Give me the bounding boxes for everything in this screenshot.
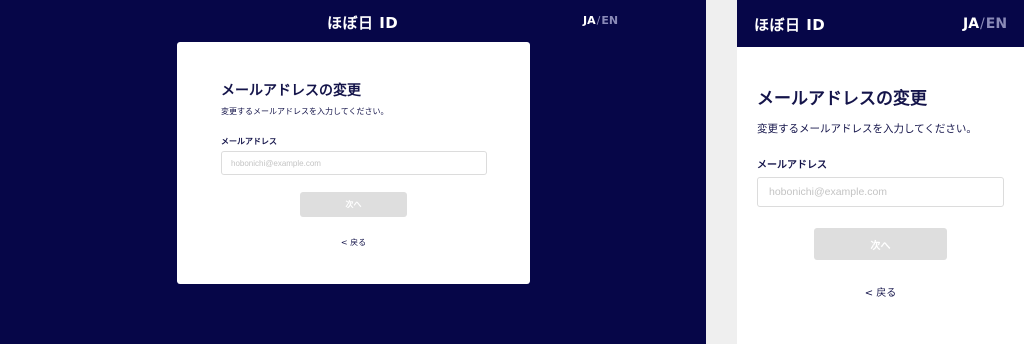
mobile-view: ほぼ日 ID JA/EN メールアドレスの変更 変更するメールアドレスを入力して…	[737, 0, 1024, 344]
hobonichi-id-logo[interactable]: ほぼ日 ID	[327, 11, 398, 33]
language-switcher: JA/EN	[963, 16, 1007, 32]
page-title: メールアドレスの変更	[221, 83, 361, 99]
email-change-card: メールアドレスの変更 変更するメールアドレスを入力してください。 メールアドレス…	[177, 42, 530, 284]
next-button[interactable]: 次へ	[814, 228, 947, 260]
back-link[interactable]: < 戻る	[177, 237, 530, 248]
email-field[interactable]	[221, 151, 487, 175]
page-description: 変更するメールアドレスを入力してください。	[757, 123, 977, 135]
email-label: メールアドレス	[221, 137, 277, 146]
back-link[interactable]: < 戻る	[737, 284, 1024, 299]
lang-en-link[interactable]: EN	[986, 16, 1007, 32]
lang-separator: /	[980, 16, 985, 32]
lang-ja-link[interactable]: JA	[583, 14, 596, 27]
email-label: メールアドレス	[757, 160, 827, 171]
page-description: 変更するメールアドレスを入力してください。	[221, 107, 389, 116]
lang-en-link[interactable]: EN	[601, 14, 618, 27]
language-switcher: JA/EN	[583, 14, 618, 27]
mobile-header: ほぼ日 ID JA/EN	[737, 0, 1024, 47]
lang-separator: /	[596, 14, 601, 27]
email-field[interactable]	[757, 177, 1004, 207]
hobonichi-id-logo[interactable]: ほぼ日 ID	[754, 13, 825, 35]
lang-ja-link[interactable]: JA	[963, 16, 979, 32]
page-title: メールアドレスの変更	[757, 89, 927, 109]
next-button[interactable]: 次へ	[300, 192, 407, 217]
desktop-view: ほぼ日 ID JA/EN メールアドレスの変更 変更するメールアドレスを入力して…	[0, 0, 706, 344]
